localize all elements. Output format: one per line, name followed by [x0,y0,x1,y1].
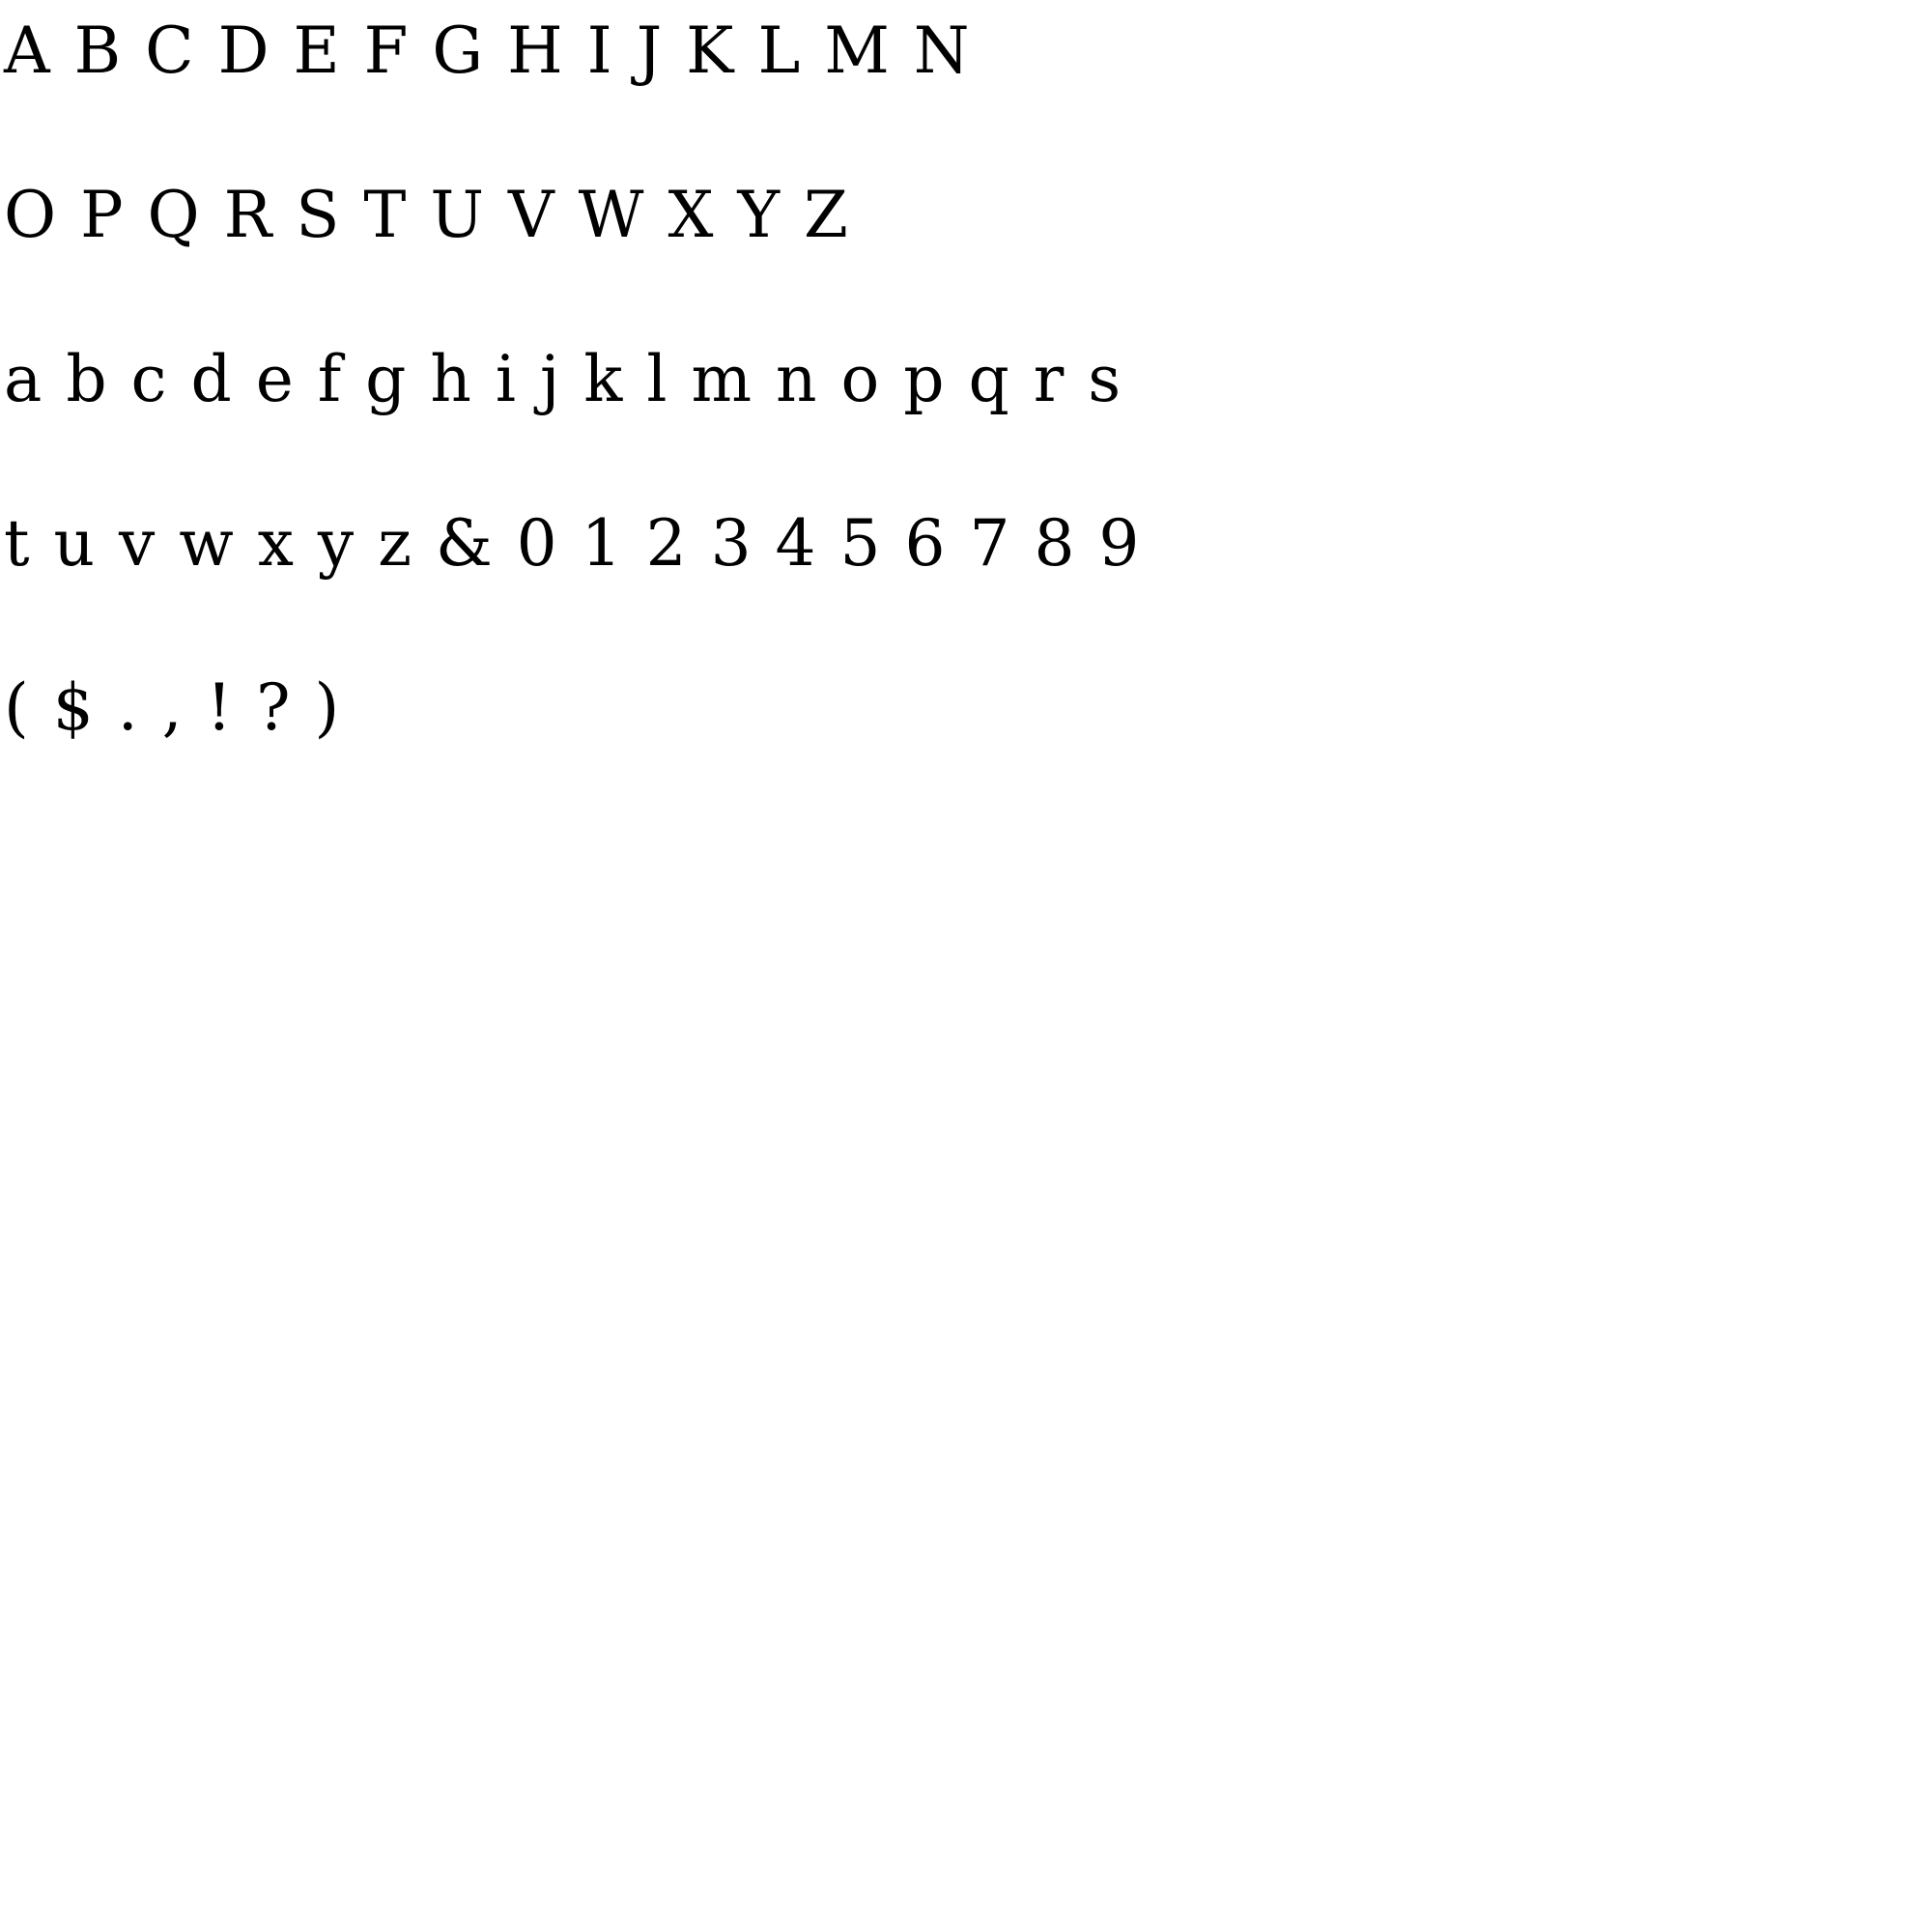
uppercase-o-to-z-row: O P Q R S T U V W X Y Z [4,178,848,252]
character-specimen-sheet: A B C D E F G H I J K L M N O P Q R S T … [0,0,1932,1932]
uppercase-a-to-n-row: A B C D E F G H I J K L M N [4,14,970,88]
punctuation-row: ( $ . , ! ? ) [4,670,340,745]
lowercase-t-to-z-and-digits-row: t u v w x y z & 0 1 2 3 4 5 6 7 8 9 [4,506,1140,581]
lowercase-a-to-s-row: a b c d e f g h i j k l m n o p q r s [4,342,1122,416]
